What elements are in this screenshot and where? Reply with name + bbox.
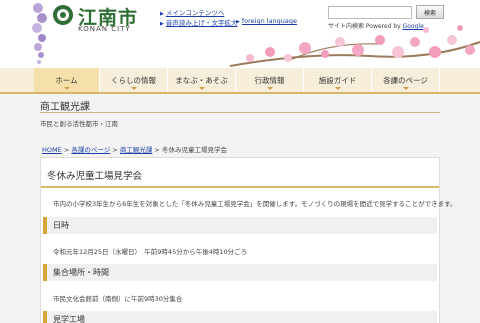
title-underline: [41, 186, 439, 188]
page-title: 冬休み児童工場見学会: [47, 171, 143, 182]
nav-department-pages[interactable]: 各課のページ: [372, 68, 440, 92]
section-heading-meeting-place: 集合場所・時間: [43, 264, 437, 281]
nav-label: 行政情報: [254, 75, 285, 85]
nav-label: くらしの情報: [111, 75, 156, 85]
caret-down-icon: [266, 87, 273, 90]
nav-living[interactable]: くらしの情報: [100, 68, 168, 92]
breadcrumb-separator: >: [112, 146, 118, 154]
city-logo[interactable]: [52, 4, 74, 26]
caret-down-icon: [130, 87, 137, 90]
breadcrumb-departments[interactable]: 各課のページ: [71, 146, 110, 154]
skip-to-main-link[interactable]: ▶ メインコンテンツへ: [160, 7, 224, 17]
search-button[interactable]: 検索: [416, 5, 444, 19]
department-title: 商工観光課: [40, 102, 90, 113]
arrow-icon: ▶: [160, 21, 164, 27]
intro-text: 市内の小学校3年生から6年生を対象とした「冬休み児童工場見学会」を開催します。モ…: [53, 200, 457, 208]
breadcrumb: HOME > 各課のページ > 商工観光課 > 冬休み児童工場見学会: [42, 144, 227, 154]
nav-learn-play[interactable]: まなぶ・あそぶ: [168, 68, 236, 92]
caret-down-icon: [402, 87, 409, 90]
section-text-meeting-place: 市民文化会館前（南側）に午前9時30分集合: [53, 295, 183, 303]
nav-administration[interactable]: 行政情報: [236, 68, 304, 92]
nav-label: 各課のページ: [383, 75, 428, 85]
nav-home[interactable]: ホーム: [34, 68, 100, 92]
breadcrumb-current: 冬休み児童工場見学会: [161, 146, 227, 154]
wisteria-decoration: [32, 3, 47, 64]
search-input[interactable]: [328, 6, 412, 19]
caret-down-icon: [63, 87, 70, 90]
section-heading-factories: 見学工場: [43, 311, 437, 323]
breadcrumb-commerce-tourism[interactable]: 商工観光課: [120, 146, 153, 154]
link-label: 音声読み上げ・文字拡大: [165, 19, 238, 27]
content-card: 冬休み児童工場見学会 市内の小学校3年生から6年生を対象とした「冬休み児童工場見…: [40, 157, 456, 323]
section-text-datetime: 令和元年12月25日（水曜日） 午前9時45分から午後4時10分ごろ: [53, 248, 248, 256]
section-heading-datetime: 日時: [43, 217, 437, 234]
caret-down-icon: [198, 87, 205, 90]
nav-label: まなぶ・あそぶ: [175, 75, 228, 85]
accessibility-link[interactable]: ▶ 音声読み上げ・文字拡大: [160, 17, 237, 27]
breadcrumb-home[interactable]: HOME: [42, 146, 62, 154]
nav-facility-guide[interactable]: 施設ガイド: [304, 68, 372, 92]
link-label: メインコンテンツへ: [165, 9, 225, 17]
nav-label: ホーム: [55, 75, 78, 85]
divider: [40, 112, 440, 113]
caret-down-icon: [334, 87, 341, 90]
nav-label: 施設ガイド: [318, 75, 357, 85]
site-subtitle: KONAN CITY: [78, 25, 131, 33]
breadcrumb-separator: >: [154, 146, 160, 154]
department-subtitle: 市民と創る活性都市・江南: [40, 120, 118, 128]
cherry-blossom-decoration: [230, 25, 480, 67]
main-nav: ホーム くらしの情報 まなぶ・あそぶ 行政情報 施設ガイド 各課のページ: [0, 68, 480, 94]
breadcrumb-separator: >: [63, 146, 70, 154]
site-header: 江南市 KONAN CITY ▶ メインコンテンツへ ▶ 音声読み上げ・文字拡大 ▶…: [0, 0, 480, 68]
